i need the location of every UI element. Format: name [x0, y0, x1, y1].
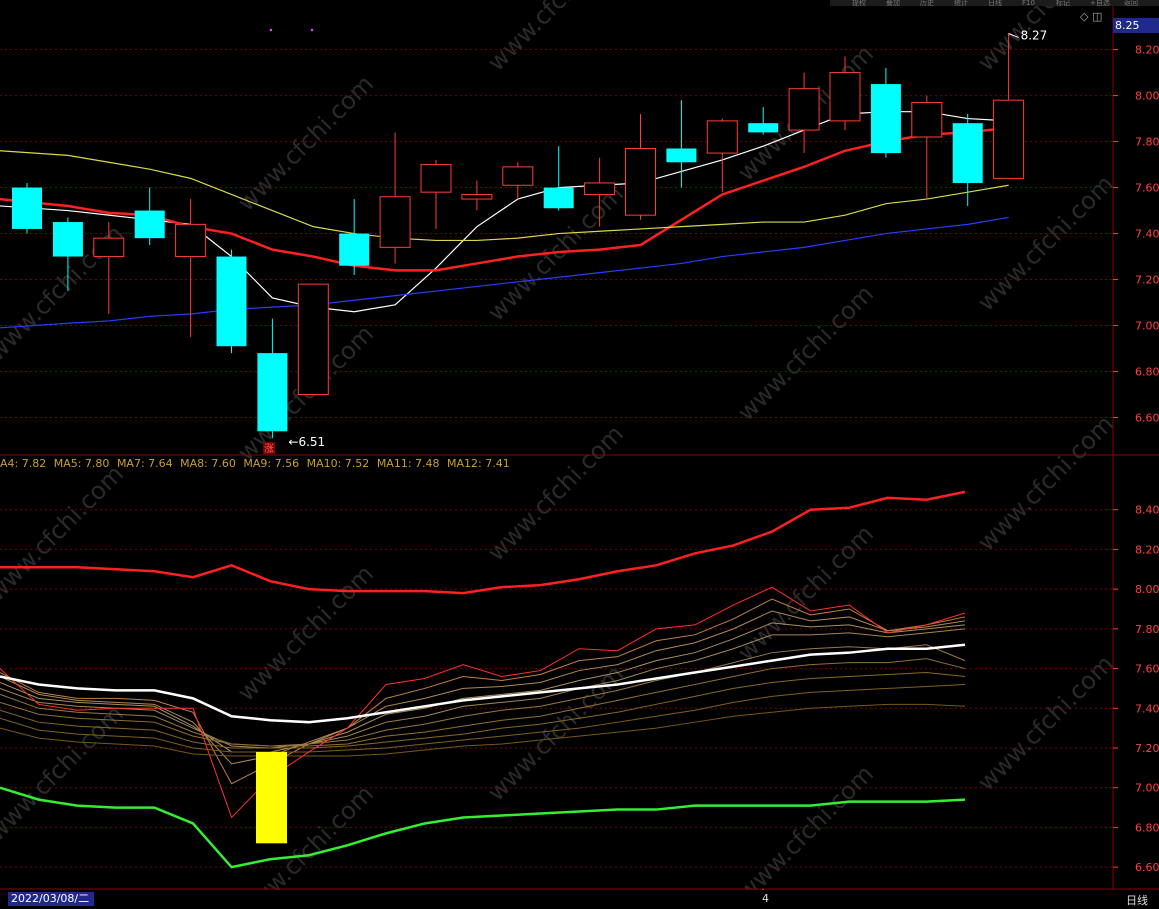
- candle-body-down: [952, 123, 983, 183]
- toolbar: 提权 叠加 历史 统计 日线 F10 标记 +自选 返回: [830, 0, 1159, 6]
- candle-body-down: [216, 256, 247, 347]
- candle-body-up: [175, 223, 207, 258]
- candle-body-up: [502, 166, 534, 186]
- y-tick-label: 7.60: [1135, 663, 1159, 676]
- ma-legend-item: MA10: 7.52: [306, 457, 370, 470]
- low-label: ←6.51: [288, 435, 325, 449]
- y-tick-label: 6.60: [1135, 412, 1159, 425]
- candle-body-up: [297, 283, 329, 396]
- window-icon[interactable]: ◫: [1092, 10, 1102, 23]
- ma_bold_white-line: [0, 643, 966, 724]
- ma_thin_8-line: [0, 683, 966, 753]
- ma-legend-item: A4: 7.82: [0, 457, 47, 470]
- ma-legend-item: MA12: 7.41: [447, 457, 510, 470]
- ma-legend-item: MA9: 7.56: [243, 457, 300, 470]
- panel-icons[interactable]: ◇ ◫: [1080, 10, 1102, 23]
- candle-body-up: [993, 99, 1025, 179]
- watermark-text: www.cfchi.com: [0, 700, 129, 847]
- high-label: 8.27: [1021, 28, 1048, 42]
- ma-legend-item: MA11: 7.48: [376, 457, 440, 470]
- toolbar-item[interactable]: 提权: [852, 0, 866, 6]
- watermark-text: www.cfchi.com: [732, 280, 879, 427]
- ma_red-line: [0, 126, 1009, 272]
- toolbar-item[interactable]: 统计: [954, 0, 968, 6]
- candle-body-down: [12, 187, 42, 229]
- y-tick-label: 8.20: [1135, 543, 1159, 556]
- badge-text: 涨: [264, 443, 274, 455]
- diamond-icon[interactable]: ◇: [1080, 10, 1088, 23]
- ma_thin_red-line: [0, 586, 966, 819]
- toolbar-item[interactable]: 历史: [920, 0, 934, 6]
- candle-body-down: [666, 148, 697, 163]
- y-tick-label: 6.80: [1135, 821, 1159, 834]
- candle-body-down: [870, 84, 901, 154]
- candle-body-down: [339, 233, 370, 266]
- highlight-bar: [256, 751, 287, 844]
- toolbar-item[interactable]: 返回: [1124, 0, 1138, 6]
- candle-body-up: [420, 164, 452, 193]
- candle-body-down: [748, 123, 779, 133]
- toolbar-item[interactable]: 叠加: [886, 0, 900, 6]
- watermark-text: www.cfchi.com: [972, 170, 1119, 317]
- y-tick-label: 8.00: [1135, 90, 1159, 103]
- marker-dot: [310, 28, 314, 32]
- candle-body-down: [257, 353, 288, 432]
- candle-body-up: [584, 182, 616, 195]
- y-tick-label: 7.20: [1135, 742, 1159, 755]
- candle-body-up: [911, 101, 943, 138]
- marker-dot: [269, 28, 273, 32]
- y-tick-label: 7.40: [1135, 228, 1159, 241]
- watermark-text: www.cfchi.com: [732, 520, 879, 667]
- watermark-text: www.cfchi.com: [972, 410, 1119, 557]
- candle-body-up: [379, 196, 411, 248]
- ma-legend-item: MA8: 7.60: [180, 457, 236, 470]
- bottom-bar: [0, 890, 1159, 909]
- period-label[interactable]: 日线: [1126, 892, 1148, 908]
- y-tick-label: 7.00: [1135, 782, 1159, 795]
- y-tick-label: 7.00: [1135, 320, 1159, 333]
- candle-body-up: [625, 147, 656, 216]
- candle-body-down: [134, 210, 165, 239]
- date-label: 2022/03/08/二: [8, 892, 94, 906]
- candle-body-up: [788, 88, 820, 131]
- y-tick-label: 6.60: [1135, 861, 1159, 874]
- current-price-box: 8.25: [1113, 18, 1159, 33]
- watermark-text: www.cfchi.com: [972, 650, 1119, 797]
- toolbar-item[interactable]: 标记: [1056, 0, 1070, 6]
- candle-body-up: [706, 120, 738, 154]
- month-marker: 4: [762, 892, 769, 905]
- ma_thin_6-line: [0, 658, 966, 747]
- watermark-text: www.cfchi.com: [482, 420, 629, 567]
- y-tick-label: 7.60: [1135, 182, 1159, 195]
- watermark-text: www.cfchi.com: [482, 0, 629, 77]
- toolbar-item[interactable]: F10: [1022, 0, 1035, 6]
- y-tick-label: 8.20: [1135, 44, 1159, 57]
- toolbar-item[interactable]: +自选: [1090, 0, 1110, 6]
- y-tick-label: 8.00: [1135, 583, 1159, 596]
- candle-body-up: [829, 72, 861, 122]
- y-tick-label: 7.20: [1135, 274, 1159, 287]
- candle-body-down: [543, 187, 574, 209]
- watermark-text: www.cfchi.com: [0, 460, 129, 607]
- candle-body-up: [461, 193, 493, 200]
- toolbar-item[interactable]: 日线: [988, 0, 1002, 6]
- y-tick-label: 7.80: [1135, 136, 1159, 149]
- ma-legend-item: MA7: 7.64: [116, 457, 173, 470]
- watermark-text: www.cfchi.com: [232, 70, 379, 217]
- y-tick-label: 7.80: [1135, 623, 1159, 636]
- candle-body-down: [52, 222, 83, 257]
- candle-body-up: [93, 237, 125, 258]
- y-tick-label: 7.40: [1135, 702, 1159, 715]
- watermark-text: www.cfchi.com: [732, 760, 879, 907]
- ma-legend: A4: 7.82 MA5: 7.80 MA7: 7.64 MA8: 7.60 M…: [0, 457, 514, 470]
- price-axis: 8.20 8.00 7.80 7.60 7.40 7.20 7.00 6.80 6.60 8.40…: [0, 0, 1159, 895]
- y-tick-label: 8.40: [1135, 504, 1159, 517]
- ma-legend-item: MA5: 7.80: [53, 457, 110, 470]
- y-tick-label: 6.80: [1135, 366, 1159, 379]
- watermark-text: www.cfchi.com: [232, 560, 379, 707]
- chart-canvas: www.cfchi.com www.cfchi.com www.cfchi.com w…: [0, 0, 1159, 909]
